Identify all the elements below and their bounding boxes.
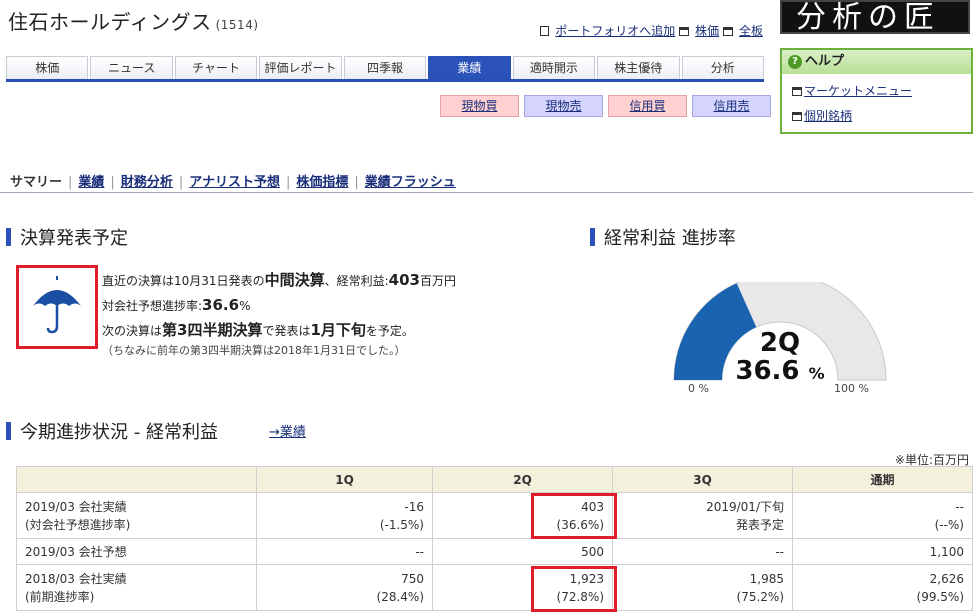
company-name: 住石ホールディングス: [8, 10, 212, 34]
full-board-link[interactable]: 全板: [739, 24, 763, 38]
row-label: 2019/03 会社実績 (対会社予想進捗率): [16, 492, 257, 539]
sub-navigation: サマリー | 業績 | 財務分析 | アナリスト予想 | 株価指標 | 業績フラッシュ: [0, 171, 973, 193]
table-cell: --: [256, 538, 433, 565]
main-tabs: 株価 ニュース チャート 評価レポート 四季報 業績 適時開示 株主優待 分析: [6, 56, 764, 82]
table-cell: 1,985 (75.2%): [612, 564, 793, 611]
table-header-row: 1Q 2Q 3Q 通期: [16, 466, 973, 493]
help-header: ? ヘルプ: [782, 50, 971, 74]
stock-price-link[interactable]: 株価: [695, 24, 719, 38]
header: 住石ホールディングス (1514) ポートフォリオへ追加 株価 全板: [0, 0, 775, 40]
tab-shareholder-benefits[interactable]: 株主優待: [597, 56, 680, 79]
highlight-2q-previous: [531, 566, 617, 612]
performance-link[interactable]: →業績: [269, 421, 306, 440]
window-icon: [679, 27, 690, 36]
header-cell: 1Q: [256, 466, 433, 493]
company-title: 住石ホールディングス (1514): [8, 6, 259, 35]
subnav-earnings-flash[interactable]: 業績フラッシュ: [365, 175, 456, 190]
add-portfolio-link[interactable]: ポートフォリオへ追加: [555, 24, 675, 38]
tab-rating-report[interactable]: 評価レポート: [259, 56, 342, 79]
progress-rate-line: 対会社予想進捗率:36.6%: [102, 296, 251, 314]
previous-year-note: （ちなみに前年の第3四半期決算は2018年1月31日でした。）: [102, 344, 406, 357]
header-links: ポートフォリオへ追加 株価 全板: [540, 22, 763, 39]
margin-sell-button[interactable]: 信用売: [692, 95, 771, 117]
table-cell: -16 (-1.5%): [256, 492, 433, 539]
analysis-banner[interactable]: 分析の匠: [780, 0, 970, 34]
tab-chart[interactable]: チャート: [174, 56, 258, 79]
table-row: 2019/03 会社実績 (対会社予想進捗率) -16 (-1.5%) 403 (36…: [16, 492, 973, 539]
umbrella-icon: [33, 276, 81, 334]
market-menu-link[interactable]: マーケットメニュー: [792, 82, 971, 99]
table-cell: 2019/01/下旬 発表予定: [612, 492, 793, 539]
progress-gauge: 2Q 36.6 % 0 % 100 %: [670, 273, 890, 398]
company-code: (1514): [215, 18, 259, 32]
individual-stock-link[interactable]: 個別銘柄: [792, 107, 971, 124]
latest-earnings-line: 直近の決算は10月31日発表の中間決算、経常利益:403百万円: [102, 271, 456, 289]
weather-icon-box: [16, 265, 98, 349]
gauge-max-label: 100 %: [834, 382, 869, 395]
table-cell: 750 (28.4%): [256, 564, 433, 611]
table-row: 2018/03 会社実績 (前期進捗率) 750 (28.4%) 1,923 (72.…: [16, 564, 973, 611]
table-cell: 1,100: [792, 538, 973, 565]
progress-rate-title: 経常利益 進捗率: [588, 224, 736, 250]
margin-buy-button[interactable]: 信用買: [608, 95, 687, 117]
row-label: 2019/03 会社予想: [16, 538, 257, 565]
tab-news[interactable]: ニュース: [90, 56, 173, 79]
market-menu-label: マーケットメニュー: [804, 84, 913, 98]
cash-sell-button[interactable]: 現物売: [524, 95, 603, 117]
tab-shikiho[interactable]: 四季報: [343, 56, 427, 79]
subnav-price-indicators[interactable]: 株価指標: [296, 175, 348, 190]
gauge-quarter: 2Q: [759, 328, 801, 358]
window-icon: [792, 112, 802, 121]
subnav-current: サマリー: [10, 175, 63, 190]
earnings-schedule-text: 直近の決算は10月31日発表の中間決算、経常利益:403百万円 対会社予想進捗率…: [102, 268, 582, 359]
header-cell: [16, 466, 257, 493]
help-panel: ? ヘルプ マーケットメニュー 個別銘柄: [780, 48, 973, 134]
earnings-schedule-title: 決算発表予定: [4, 224, 128, 250]
table-cell: 2,626 (99.5%): [792, 564, 973, 611]
highlight-2q-current: [531, 493, 617, 539]
help-title: ヘルプ: [805, 54, 845, 69]
banner-text: 分析の匠: [796, 0, 940, 34]
tab-stock-price[interactable]: 株価: [6, 56, 89, 79]
table-cell: -- (--%): [792, 492, 973, 539]
current-progress-title: 今期進捗状況 - 経常利益: [4, 418, 218, 444]
next-earnings-line: 次の決算は第3四半期決算で発表は1月下旬を予定。: [102, 321, 414, 339]
header-cell: 3Q: [612, 466, 793, 493]
subnav-analyst-forecast[interactable]: アナリスト予想: [189, 175, 280, 190]
tab-disclosure[interactable]: 適時開示: [512, 56, 596, 79]
subnav-performance[interactable]: 業績: [78, 175, 104, 190]
gauge-min-label: 0 %: [688, 382, 709, 395]
table-row: 2019/03 会社予想 -- 500 -- 1,100: [16, 538, 973, 565]
cash-buy-button[interactable]: 現物買: [440, 95, 519, 117]
tab-performance[interactable]: 業績: [428, 56, 511, 79]
individual-stock-label: 個別銘柄: [804, 109, 853, 123]
trade-buttons: 現物買 現物売 信用買 信用売: [440, 95, 771, 117]
subnav-financial-analysis[interactable]: 財務分析: [121, 175, 173, 190]
window-icon: [792, 87, 802, 96]
progress-table: 1Q 2Q 3Q 通期 2019/03 会社実績 (対会社予想進捗率) -16 (-…: [16, 466, 973, 611]
tab-analysis[interactable]: 分析: [681, 56, 764, 79]
header-cell: 2Q: [432, 466, 613, 493]
portfolio-icon: [540, 26, 550, 36]
table-cell: --: [612, 538, 793, 565]
help-icon: ?: [788, 55, 802, 69]
window-icon: [722, 27, 733, 36]
table-cell: 500: [432, 538, 613, 565]
header-cell: 通期: [792, 466, 973, 493]
row-label: 2018/03 会社実績 (前期進捗率): [16, 564, 257, 611]
